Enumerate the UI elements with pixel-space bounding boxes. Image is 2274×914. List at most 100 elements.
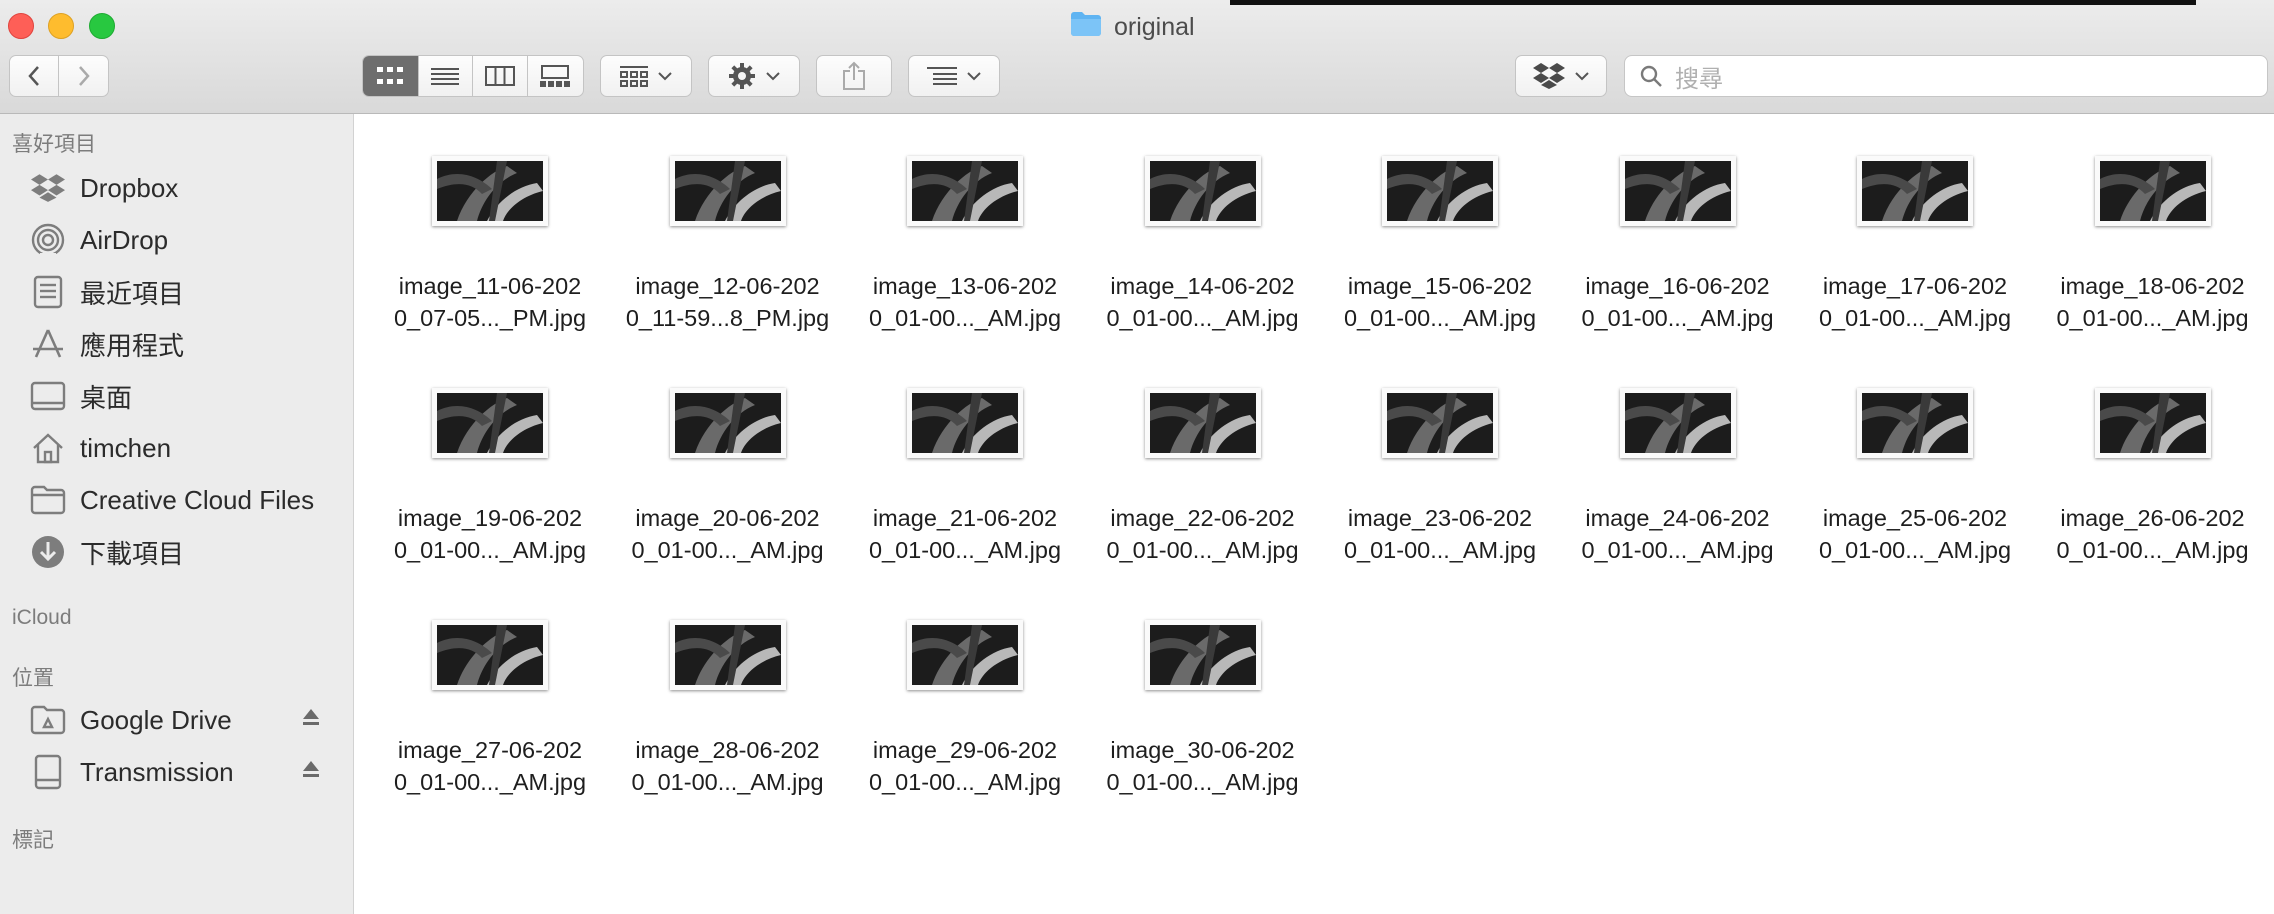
file-name: image_15-06-202 0_01-00..._AM.jpg bbox=[1321, 270, 1559, 334]
file-name-line-2: 0_01-00..._AM.jpg bbox=[393, 537, 587, 563]
file-name-line-1: image_30-06-202 bbox=[1110, 737, 1295, 763]
file-name-line-1: image_14-06-202 bbox=[1110, 273, 1295, 299]
file-name-line-2: 0_01-00..._AM.jpg bbox=[1106, 769, 1299, 795]
arrange-button[interactable] bbox=[908, 55, 1000, 97]
file-item[interactable]: image_24-06-202 0_01-00..._AM.jpg bbox=[1559, 346, 1779, 563]
list-icon bbox=[431, 68, 460, 85]
file-name-line-2: 0_07-05..._PM.jpg bbox=[393, 305, 587, 331]
file-item[interactable]: image_16-06-202 0_01-00..._AM.jpg bbox=[1559, 114, 1779, 331]
file-name-line-2: 0_01-00..._AM.jpg bbox=[1106, 537, 1299, 563]
grid-icon bbox=[377, 67, 404, 84]
eject-icon[interactable] bbox=[302, 708, 320, 726]
view-list-button[interactable] bbox=[419, 56, 473, 96]
zoom-window-button[interactable] bbox=[89, 13, 115, 39]
recents-icon bbox=[28, 272, 68, 312]
file-thumbnail bbox=[907, 620, 1023, 690]
sidebar-item-label: 下載項目 bbox=[80, 538, 185, 569]
view-columns-button[interactable] bbox=[473, 56, 528, 96]
file-name: image_21-06-202 0_01-00..._AM.jpg bbox=[846, 502, 1084, 566]
file-name: image_19-06-202 0_01-00..._AM.jpg bbox=[371, 502, 609, 566]
file-name-line-2: 0_01-00..._AM.jpg bbox=[1581, 537, 1774, 563]
file-thumbnail bbox=[1857, 156, 1973, 226]
back-button[interactable] bbox=[10, 56, 60, 96]
sidebar-item-label: Creative Cloud Files bbox=[80, 484, 315, 515]
file-thumbnail bbox=[907, 156, 1023, 226]
dropbox-icon bbox=[28, 168, 68, 208]
sidebar-item-google-drive[interactable]: Google Drive bbox=[28, 698, 348, 742]
search-field[interactable]: 搜尋 bbox=[1624, 55, 2268, 97]
file-name-line-2: 0_11-59...8_PM.jpg bbox=[625, 305, 830, 331]
sidebar-item-recents[interactable]: 最近項目 bbox=[28, 270, 348, 314]
file-thumbnail bbox=[1144, 388, 1261, 458]
file-item[interactable]: image_19-06-202 0_01-00..._AM.jpg bbox=[371, 346, 591, 563]
file-item[interactable]: image_12-06-202 0_11-59...8_PM.jpg bbox=[609, 114, 829, 331]
file-item[interactable]: image_11-06-202 0_07-05..._PM.jpg bbox=[371, 114, 591, 331]
window-title: original bbox=[1070, 10, 1195, 44]
file-item[interactable]: image_30-06-202 0_01-00..._AM.jpg bbox=[1084, 578, 1304, 795]
file-name-line-2: 0_01-00..._AM.jpg bbox=[868, 305, 1062, 331]
sidebar-item-home[interactable]: timchen bbox=[28, 426, 348, 470]
disk-icon bbox=[28, 752, 68, 792]
gear-icon bbox=[729, 63, 755, 89]
file-item[interactable]: image_22-06-202 0_01-00..._AM.jpg bbox=[1084, 346, 1304, 563]
view-icons-button[interactable] bbox=[363, 56, 419, 96]
group-by-button[interactable] bbox=[600, 55, 692, 97]
file-thumbnail bbox=[2094, 388, 2211, 458]
share-button[interactable] bbox=[816, 55, 892, 97]
file-item[interactable]: image_17-06-202 0_01-00..._AM.jpg bbox=[1796, 114, 2016, 331]
minimize-window-button[interactable] bbox=[48, 13, 74, 39]
file-item[interactable]: image_26-06-202 0_01-00..._AM.jpg bbox=[2034, 346, 2254, 563]
file-name-line-1: image_28-06-202 bbox=[635, 737, 820, 763]
file-item[interactable]: image_18-06-202 0_01-00..._AM.jpg bbox=[2034, 114, 2254, 331]
file-item[interactable]: image_25-06-202 0_01-00..._AM.jpg bbox=[1796, 346, 2016, 563]
close-window-button[interactable] bbox=[8, 13, 34, 39]
file-name-line-2: 0_01-00..._AM.jpg bbox=[2056, 537, 2249, 563]
sidebar-item-label: Dropbox bbox=[80, 172, 179, 203]
chevron-down-icon bbox=[967, 71, 981, 80]
file-name-line-2: 0_01-00..._AM.jpg bbox=[393, 769, 587, 795]
file-item[interactable]: image_15-06-202 0_01-00..._AM.jpg bbox=[1321, 114, 1541, 331]
downloads-icon bbox=[28, 532, 68, 572]
file-name-line-1: image_13-06-202 bbox=[872, 273, 1058, 299]
eject-icon[interactable] bbox=[302, 760, 320, 778]
file-name-line-2: 0_01-00..._AM.jpg bbox=[2056, 305, 2249, 331]
file-item[interactable]: image_28-06-202 0_01-00..._AM.jpg bbox=[609, 578, 829, 795]
file-item[interactable]: image_20-06-202 0_01-00..._AM.jpg bbox=[609, 346, 829, 563]
file-name-line-2: 0_01-00..._AM.jpg bbox=[631, 537, 824, 563]
sidebar-item-transmission[interactable]: Transmission bbox=[28, 750, 348, 794]
view-gallery-button[interactable] bbox=[528, 56, 583, 96]
sidebar-item-airdrop[interactable]: AirDrop bbox=[28, 218, 348, 262]
file-name-line-1: image_19-06-202 bbox=[397, 505, 583, 531]
action-menu-button[interactable] bbox=[708, 55, 800, 97]
file-thumbnail bbox=[1382, 388, 1498, 458]
sidebar-item-dropbox[interactable]: Dropbox bbox=[28, 166, 348, 210]
folder-icon bbox=[1070, 11, 1102, 44]
file-name: image_16-06-202 0_01-00..._AM.jpg bbox=[1559, 270, 1797, 334]
share-icon bbox=[843, 61, 865, 90]
sidebar-header-favorites: 喜好項目 bbox=[12, 133, 96, 156]
file-thumbnail bbox=[432, 620, 548, 690]
file-item[interactable]: image_21-06-202 0_01-00..._AM.jpg bbox=[846, 346, 1066, 563]
file-thumbnail bbox=[1619, 156, 1736, 226]
file-name: image_25-06-202 0_01-00..._AM.jpg bbox=[1796, 502, 2034, 566]
forward-button[interactable] bbox=[59, 56, 108, 96]
file-item[interactable]: image_14-06-202 0_01-00..._AM.jpg bbox=[1084, 114, 1304, 331]
sidebar-header-tags: 標記 bbox=[12, 829, 54, 852]
file-thumbnail bbox=[1857, 388, 1973, 458]
sidebar-item-applications[interactable]: 應用程式 bbox=[28, 322, 348, 366]
sidebar-item-creative-cloud[interactable]: Creative Cloud Files bbox=[28, 478, 348, 522]
file-item[interactable]: image_27-06-202 0_01-00..._AM.jpg bbox=[371, 578, 591, 795]
file-name-line-1: image_17-06-202 bbox=[1822, 273, 2008, 299]
window-title-text: original bbox=[1114, 12, 1195, 41]
dropbox-toolbar-button[interactable] bbox=[1515, 55, 1607, 97]
file-item[interactable]: image_13-06-202 0_01-00..._AM.jpg bbox=[846, 114, 1066, 331]
sidebar-item-desktop[interactable]: 桌面 bbox=[28, 374, 348, 418]
sidebar-item-downloads[interactable]: 下載項目 bbox=[28, 530, 348, 574]
file-item[interactable]: image_29-06-202 0_01-00..._AM.jpg bbox=[846, 578, 1066, 795]
file-name-line-1: image_21-06-202 bbox=[872, 505, 1058, 531]
file-name-line-2: 0_01-00..._AM.jpg bbox=[1343, 305, 1537, 331]
file-thumbnail bbox=[669, 620, 786, 690]
search-placeholder: 搜尋 bbox=[1675, 65, 1723, 93]
group-grid-icon bbox=[620, 66, 648, 87]
file-item[interactable]: image_23-06-202 0_01-00..._AM.jpg bbox=[1321, 346, 1541, 563]
